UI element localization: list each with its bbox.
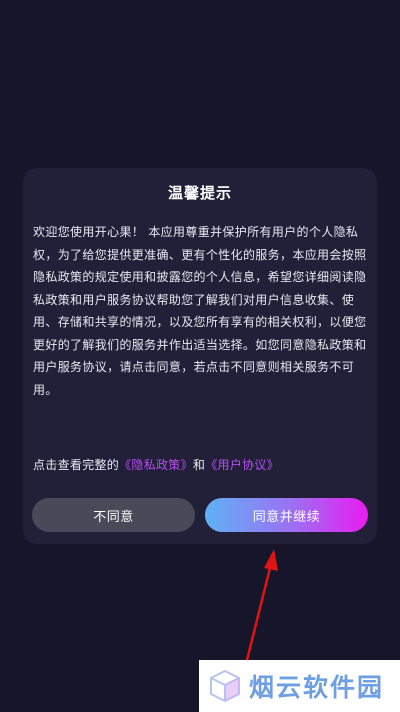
app-screen: 温馨提示 欢迎您使用开心果！ 本应用尊重并保护所有用户的个人隐私权，为了给您提供…: [0, 0, 400, 712]
privacy-dialog: 温馨提示 欢迎您使用开心果！ 本应用尊重并保护所有用户的个人隐私权，为了给您提供…: [23, 168, 377, 544]
policy-links-prefix: 点击查看完整的: [33, 458, 120, 472]
policy-links-line: 点击查看完整的《隐私政策》和《用户协议》: [33, 456, 279, 473]
agree-and-continue-button[interactable]: 同意并继续: [205, 498, 368, 532]
privacy-policy-link[interactable]: 《隐私政策》: [119, 458, 193, 472]
dialog-title: 温馨提示: [167, 184, 232, 202]
watermark-text: 烟云软件园: [249, 673, 385, 702]
disagree-button[interactable]: 不同意: [32, 498, 195, 532]
watermark: 烟云软件园: [199, 660, 400, 712]
dialog-body-text: 欢迎您使用开心果！ 本应用尊重并保护所有用户的个人隐私权，为了给您提供更准确、更…: [33, 225, 367, 397]
user-agreement-link[interactable]: 《用户协议》: [205, 458, 279, 472]
policy-links-and: 和: [192, 458, 206, 472]
cube-logo-icon: [210, 669, 240, 703]
